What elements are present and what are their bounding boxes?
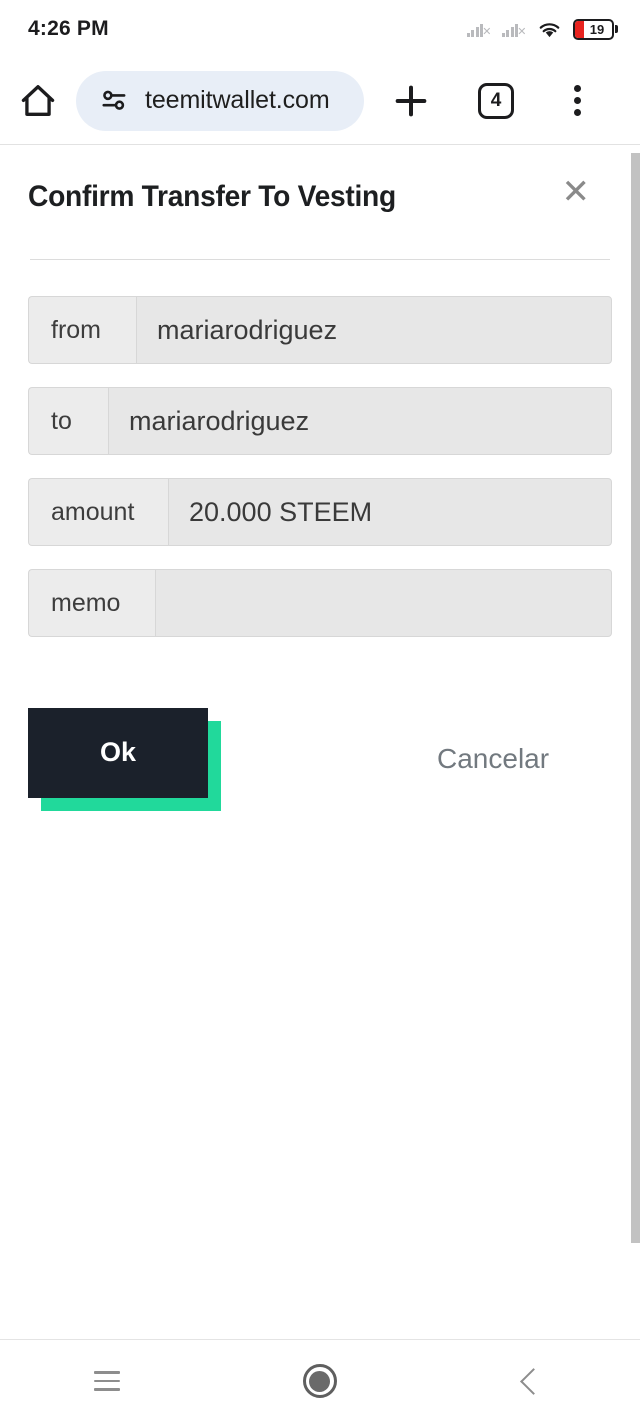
- more-vertical-icon-dot-2: [573, 97, 581, 104]
- field-row-from: from mariarodriguez: [28, 296, 612, 364]
- url-text[interactable]: teemitwallet.com: [145, 86, 330, 115]
- new-tab-button[interactable]: [370, 58, 452, 143]
- battery-percent-label: 19: [589, 21, 605, 37]
- page-scrollbar[interactable]: [631, 153, 640, 1243]
- signal-no-sim-icon-2: ✕: [501, 19, 527, 39]
- tab-switcher-button[interactable]: 4: [452, 58, 540, 143]
- close-icon[interactable]: ✕: [562, 175, 591, 209]
- cancel-button[interactable]: Cancelar: [437, 743, 549, 775]
- field-row-to: to mariarodriguez: [28, 387, 612, 455]
- field-label-amount: amount: [28, 478, 168, 546]
- page-info-icon[interactable]: [98, 84, 131, 117]
- home-icon: [21, 84, 55, 116]
- transfer-fields: from mariarodriguez to mariarodriguez am…: [28, 296, 612, 637]
- wifi-icon: [539, 22, 559, 37]
- plus-icon: [395, 85, 427, 116]
- field-label-from: from: [28, 296, 136, 364]
- home-circle-icon: [302, 1364, 337, 1398]
- dialog-divider: [30, 259, 610, 260]
- system-nav-bar: [0, 1339, 640, 1422]
- status-icon-group: ✕ ✕ 19: [466, 18, 618, 40]
- field-value-to[interactable]: mariarodriguez: [108, 387, 612, 455]
- field-label-memo: memo: [28, 569, 155, 637]
- field-value-from[interactable]: mariarodriguez: [136, 296, 612, 364]
- web-page-content: Confirm Transfer To Vesting ✕ from maria…: [0, 144, 640, 1340]
- nav-home-button[interactable]: [213, 1340, 426, 1422]
- browser-toolbar: teemitwallet.com 4: [0, 58, 640, 143]
- confirm-button[interactable]: Ok: [28, 707, 208, 798]
- confirm-transfer-dialog: Confirm Transfer To Vesting ✕ from maria…: [0, 145, 640, 819]
- browser-menu-button[interactable]: [540, 58, 614, 143]
- confirm-button-wrapper: Ok: [28, 707, 221, 811]
- field-value-memo[interactable]: [155, 569, 612, 637]
- url-bar[interactable]: teemitwallet.com: [76, 70, 364, 131]
- field-row-amount: amount 20.000 STEEM: [28, 478, 612, 546]
- more-vertical-icon-dot-3: [573, 109, 581, 116]
- field-label-to: to: [28, 387, 108, 455]
- status-bar: 4:26 PM ✕ ✕ 19: [0, 0, 640, 58]
- nav-recents-button[interactable]: [0, 1340, 213, 1422]
- dialog-actions: Ok Cancelar: [28, 699, 612, 819]
- battery-icon: 19: [572, 18, 618, 40]
- dialog-title: Confirm Transfer To Vesting: [28, 180, 396, 213]
- field-row-memo: memo: [28, 569, 612, 637]
- recents-icon: [93, 1371, 120, 1391]
- dialog-header: Confirm Transfer To Vesting ✕: [28, 145, 612, 214]
- status-clock: 4:26 PM: [28, 17, 109, 40]
- home-button[interactable]: [0, 58, 76, 143]
- nav-back-button[interactable]: [427, 1340, 640, 1422]
- tab-count-label: 4: [478, 82, 514, 119]
- signal-no-sim-icon: ✕: [466, 19, 492, 39]
- field-value-amount[interactable]: 20.000 STEEM: [168, 478, 612, 546]
- more-vertical-icon-dot-1: [573, 85, 581, 92]
- back-chevron-icon: [519, 1367, 547, 1395]
